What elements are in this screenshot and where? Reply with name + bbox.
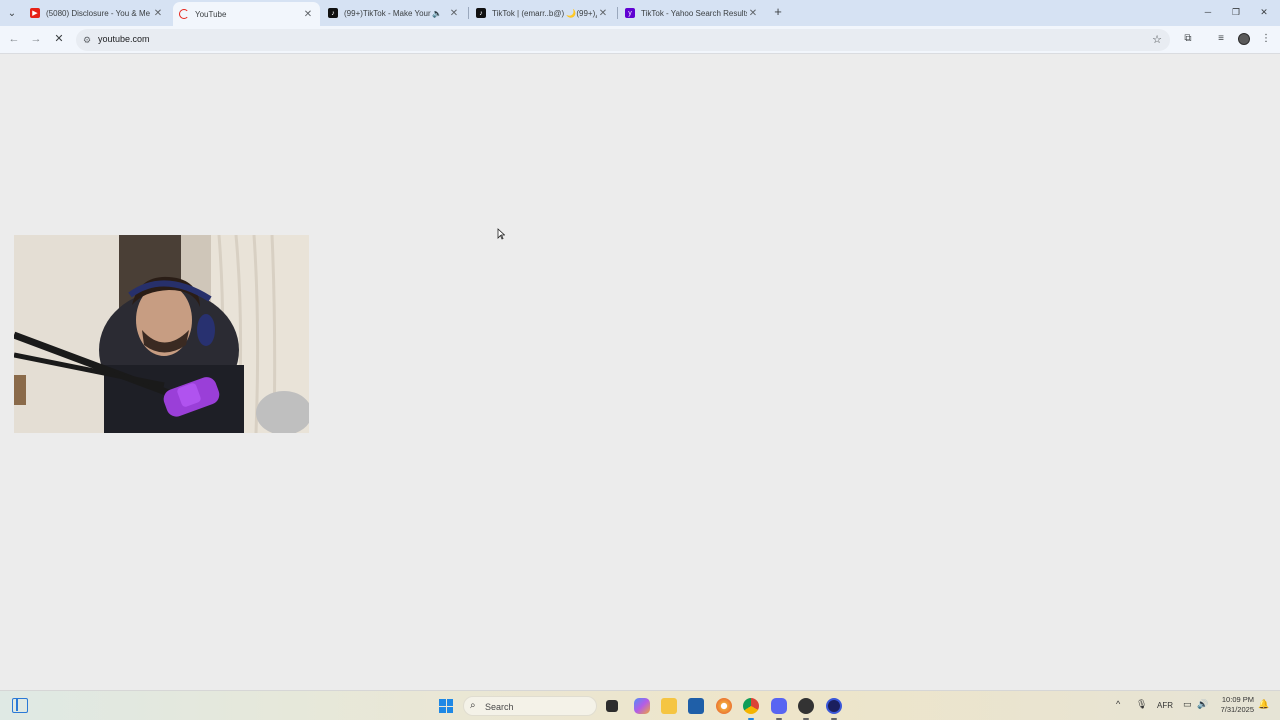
tab-title: TikTok - Yahoo Search Results (641, 8, 747, 18)
youtube-icon: ▶ (30, 8, 40, 18)
stop-loading-icon[interactable]: ✕ (52, 32, 66, 46)
network-icon[interactable]: ▭ (1183, 699, 1192, 710)
forward-arrow-icon[interactable]: → (29, 32, 43, 46)
tab-tiktok-make[interactable]: ♪ (99+)TikTok - Make Your Da 🔈 ✕ (322, 2, 466, 24)
close-window-icon[interactable]: ✕ (1257, 4, 1271, 20)
copilot-icon[interactable] (634, 698, 650, 714)
microsoft-store-icon[interactable] (688, 698, 704, 714)
tab-title: YouTube (195, 9, 227, 19)
close-icon[interactable]: ✕ (448, 7, 460, 19)
speaker-icon[interactable]: 🔈 (432, 9, 442, 18)
site-settings-icon[interactable]: ⚙ (81, 34, 93, 46)
tab-strip: ⌄ ▶ (5080) Disclosure - You & Me ( ✕ You… (0, 0, 1280, 26)
close-icon[interactable]: ✕ (597, 7, 609, 19)
media-controls-icon[interactable]: ≡ (1214, 32, 1228, 46)
discord-icon[interactable] (771, 698, 787, 714)
tab-search-chevron-icon[interactable]: ⌄ (4, 5, 20, 21)
tab-title: TikTok | (emarr..b@) 🌙هم(+99) (492, 8, 597, 18)
clock-time: 10:09 PM (1221, 695, 1254, 704)
tab-youtube-disclosure[interactable]: ▶ (5080) Disclosure - You & Me ( ✕ (24, 2, 170, 24)
obs-icon[interactable] (826, 698, 842, 714)
webcam-overlay (14, 235, 309, 433)
minimize-icon[interactable]: ─ (1201, 4, 1215, 20)
tiktok-icon: ♪ (328, 8, 338, 18)
language-indicator[interactable]: AFR (1157, 701, 1173, 710)
taskbar: ⌕ Search ^ 🎙 AFR ▭ 🔊 10:09 PM 7/31/2025 … (0, 690, 1280, 720)
search-icon: ⌕ (470, 700, 476, 711)
url-text[interactable]: youtube.com (98, 34, 150, 44)
menu-icon[interactable]: ⋮ (1259, 32, 1273, 46)
mouse-cursor-icon (497, 228, 505, 240)
address-bar[interactable]: ⚙ youtube.com ☆ (76, 29, 1170, 51)
close-icon[interactable]: ✕ (302, 8, 314, 20)
chrome-icon[interactable] (743, 698, 759, 714)
file-explorer-icon[interactable] (661, 698, 677, 714)
tab-title: (5080) Disclosure - You & Me ( (46, 8, 152, 18)
new-tab-button[interactable]: + (771, 5, 785, 19)
restore-icon[interactable]: ❐ (1229, 4, 1243, 20)
notifications-icon[interactable]: 🔔 (1258, 699, 1269, 710)
clock-date: 7/31/2025 (1220, 705, 1254, 714)
bookmark-star-icon[interactable]: ☆ (1152, 33, 1162, 46)
task-view-icon[interactable] (606, 700, 618, 712)
volume-icon[interactable]: 🔊 (1197, 699, 1208, 710)
loading-icon (179, 9, 189, 19)
tab-title: (99+)TikTok - Make Your Da (344, 8, 432, 18)
tiktok-icon: ♪ (476, 8, 486, 18)
close-icon[interactable]: ✕ (152, 7, 164, 19)
app-icon[interactable] (716, 698, 732, 714)
tab-yahoo-search[interactable]: y TikTok - Yahoo Search Results ✕ (619, 2, 765, 24)
profile-avatar[interactable] (1238, 33, 1250, 45)
widgets-icon[interactable] (12, 698, 28, 713)
microphone-icon[interactable]: 🎙 (1136, 699, 1147, 710)
windows-start-icon[interactable] (439, 699, 453, 713)
taskbar-search-box[interactable]: ⌕ Search (463, 696, 597, 716)
tab-youtube[interactable]: YouTube ✕ (173, 2, 320, 26)
browser-toolbar: ← → ✕ ⚙ youtube.com ☆ ⧉ ≡ ⋮ (0, 26, 1280, 54)
yahoo-icon: y (625, 8, 635, 18)
tab-tiktok-profile[interactable]: ♪ TikTok | (emarr..b@) 🌙هم(+99) ✕ (470, 2, 615, 24)
chevron-up-icon[interactable]: ^ (1116, 699, 1120, 709)
tab-separator (468, 7, 469, 19)
app-icon-notification[interactable] (798, 698, 814, 714)
search-label: Search (485, 702, 514, 712)
clock[interactable]: 10:09 PM 7/31/2025 (1214, 695, 1254, 715)
back-arrow-icon[interactable]: ← (7, 32, 21, 46)
tab-separator (617, 7, 618, 19)
close-icon[interactable]: ✕ (747, 7, 759, 19)
extensions-icon[interactable]: ⧉ (1181, 32, 1195, 46)
webcam-feed-image (14, 235, 309, 433)
